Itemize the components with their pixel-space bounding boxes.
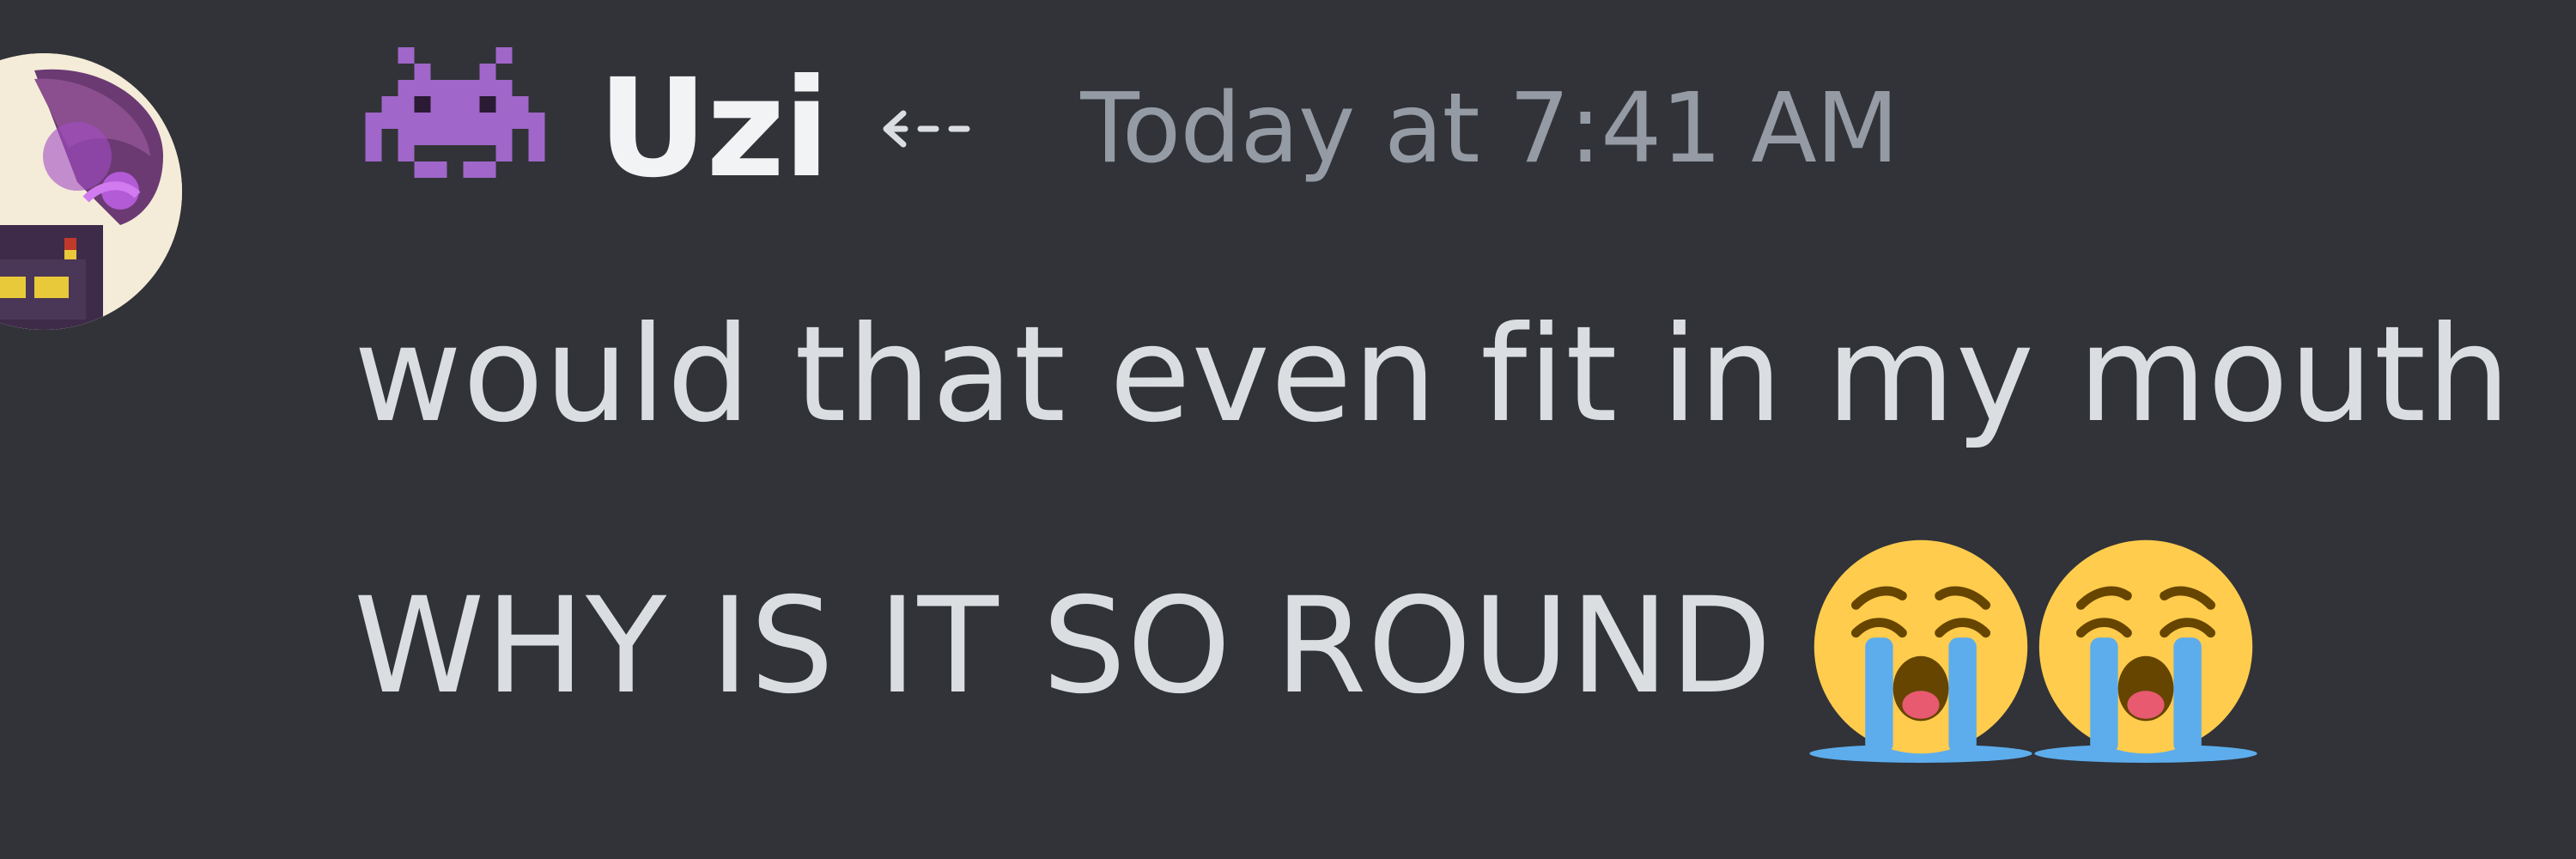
left-arrow-icon	[883, 110, 970, 148]
message-timestamp[interactable]: Today at 7:41 AM	[1080, 81, 1899, 177]
loudly-crying-face-icon[interactable]	[1805, 531, 2037, 763]
space-invader-icon	[365, 47, 545, 178]
chat-message: Uzi Today at 7:41 AM would that even fit…	[0, 0, 2576, 859]
loudly-crying-face-icon[interactable]	[2030, 531, 2262, 763]
avatar[interactable]	[0, 53, 182, 330]
author-name[interactable]: Uzi	[598, 61, 829, 197]
message-line: WHY IS IT SO ROUND	[354, 531, 2262, 763]
message-line-text: WHY IS IT SO ROUND	[354, 570, 1773, 723]
message-header: Uzi Today at 7:41 AM	[361, 47, 1899, 197]
avatar-image	[0, 53, 182, 330]
message-line: would that even fit in my mouth	[354, 298, 2512, 452]
